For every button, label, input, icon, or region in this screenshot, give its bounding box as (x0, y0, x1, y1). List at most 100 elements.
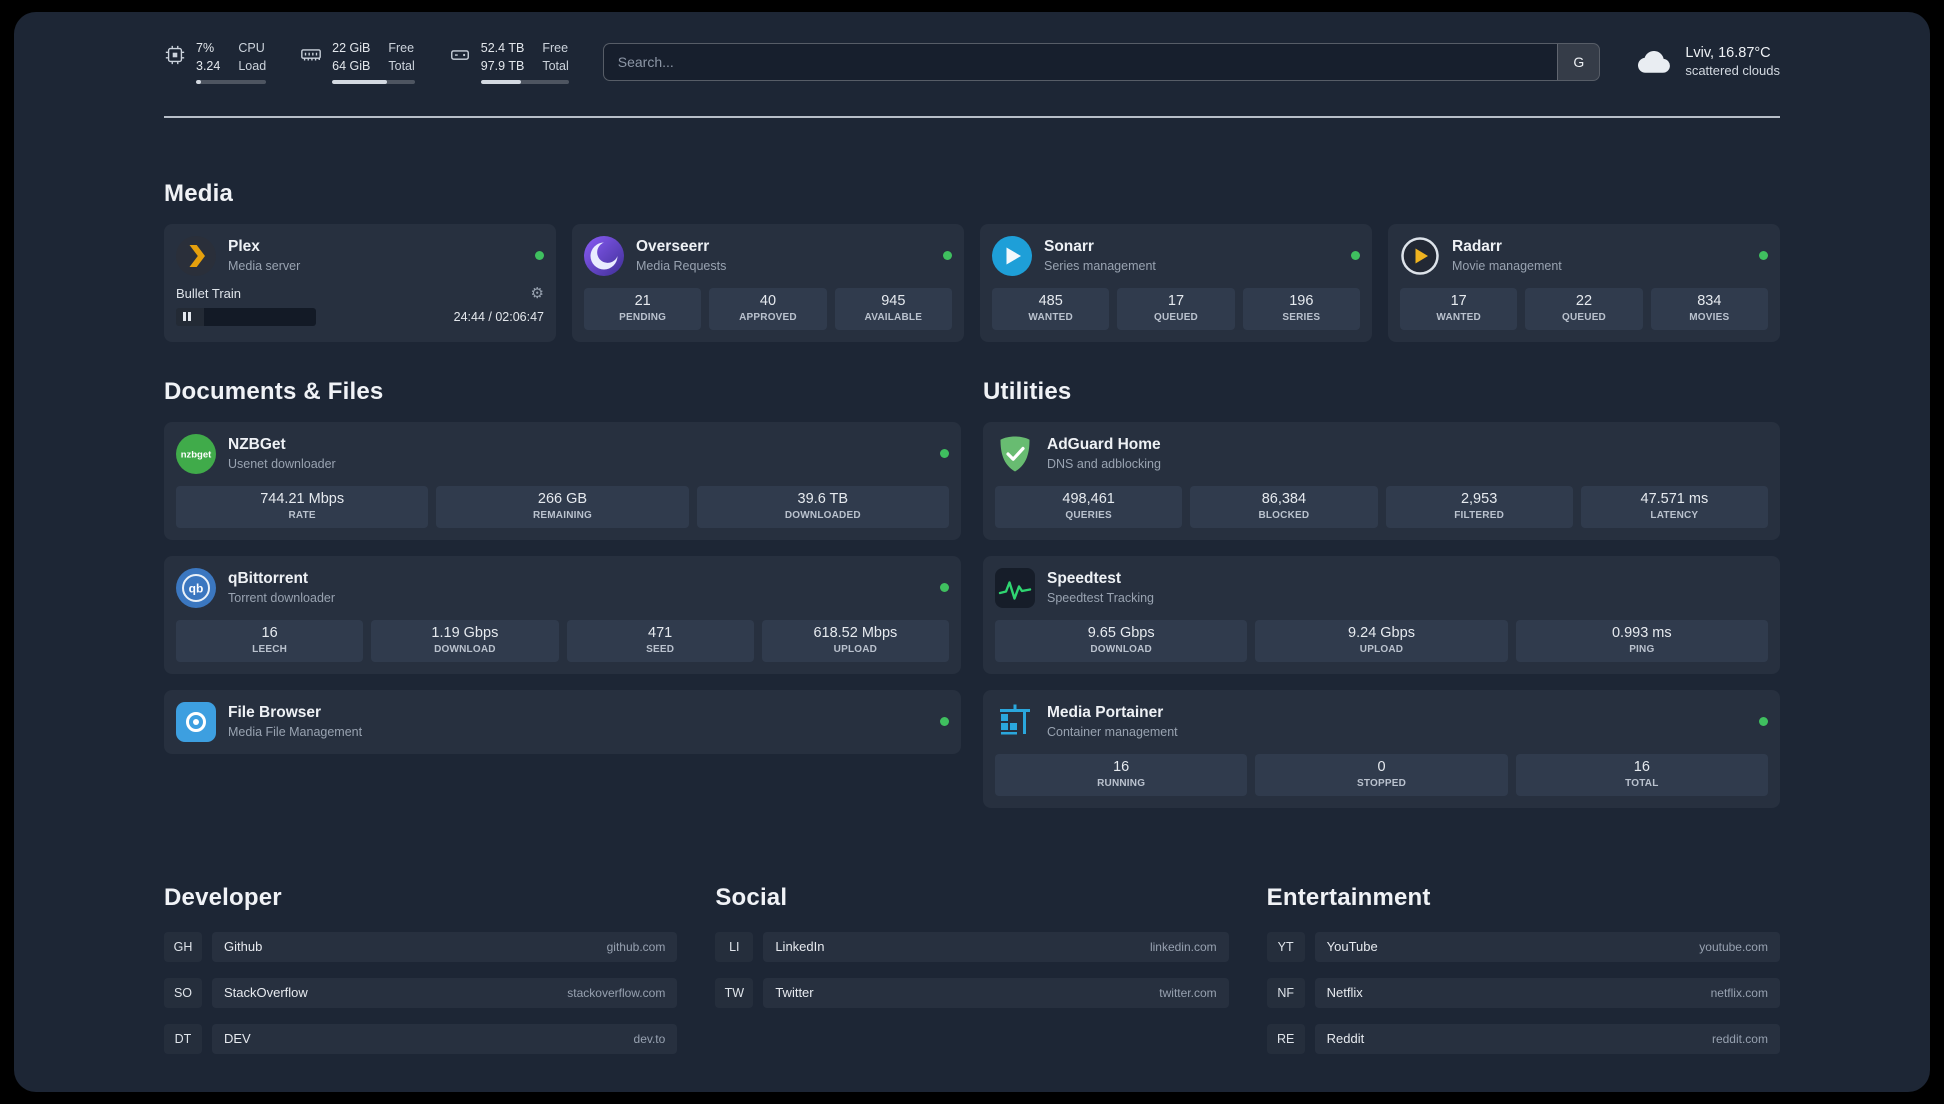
status-dot (535, 251, 544, 260)
cpu-usage-label: CPU (238, 41, 265, 55)
overseerr-card[interactable]: Overseerr Media Requests 21 PENDING 40 A… (572, 223, 964, 342)
bookmark-youtube[interactable]: YT YouTube youtube.com (1266, 931, 1780, 962)
qbittorrent-icon: qb (176, 567, 216, 608)
app-name: qBittorrent (228, 570, 309, 587)
stat-running: 16 RUNNING (995, 753, 1248, 796)
stat-value: 16 (1633, 758, 1650, 775)
memory-total-value: 64 GiB (332, 59, 371, 74)
stat-value: 498,461 (1062, 490, 1115, 507)
portainer-card[interactable]: Media Portainer Container management 16 … (983, 689, 1780, 808)
bookmark-name: DEV (224, 1031, 251, 1046)
bookmark-url: reddit.com (1711, 1031, 1768, 1046)
playback-time: 24:44 / 02:06:47 (453, 309, 544, 324)
bookmark-url: linkedin.com (1149, 939, 1217, 954)
stat-label: FILTERED (1454, 509, 1504, 521)
bookmark-github[interactable]: GH Github github.com (164, 931, 678, 962)
stat-value: 0 (1377, 758, 1386, 775)
cpu-progress-bar (196, 79, 267, 84)
app-desc: Torrent downloader (228, 591, 336, 605)
dashboard-page: 7% 3.24 CPU Load 22 GiB 64 GiB Free Tota… (14, 12, 1930, 1092)
stat-filtered: 2,953 FILTERED (1385, 485, 1573, 528)
app-desc: Usenet downloader (228, 457, 336, 471)
search-provider-button[interactable]: G (1557, 43, 1600, 80)
now-playing-title: Bullet Train (176, 285, 242, 301)
disk-free-label: Free (542, 41, 569, 55)
stat-label: TOTAL (1625, 777, 1659, 789)
search-input[interactable] (603, 43, 1558, 80)
cpu-load-label: Load (238, 59, 267, 74)
stat-label: DOWNLOAD (1090, 643, 1152, 655)
disk-total-label: Total (542, 59, 569, 74)
app-name: Radarr (1452, 238, 1502, 255)
bookmark-url: dev.to (633, 1031, 666, 1046)
cpu-load-value: 3.24 (196, 59, 221, 74)
stat-label: QUEUED (1562, 311, 1606, 323)
overseerr-icon (584, 235, 624, 276)
status-dot (940, 449, 949, 458)
qbittorrent-card[interactable]: qb qBittorrent Torrent downloader 16 LEE… (164, 555, 961, 674)
cpu-icon (164, 40, 186, 66)
bookmark-dev[interactable]: DT DEV dev.to (164, 1023, 678, 1054)
radarr-card[interactable]: Radarr Movie management 17 WANTED 22 QUE… (1388, 223, 1780, 342)
playback-progress-bar[interactable] (176, 307, 316, 326)
status-dot (940, 717, 949, 726)
settings-icon[interactable]: ⚙ (531, 286, 544, 301)
documents-section-title: Documents & Files (164, 377, 384, 405)
stat-label: UPLOAD (1359, 643, 1404, 655)
stat-label: SERIES (1282, 311, 1321, 323)
stat-label: BLOCKED (1258, 509, 1310, 521)
stat-queued: 17 QUEUED (1117, 287, 1235, 330)
stat-label: QUEUED (1154, 311, 1198, 323)
filebrowser-card[interactable]: File Browser Media File Management (164, 689, 961, 754)
stat-ping: 0.993 ms PING (1515, 619, 1768, 662)
adguard-card[interactable]: AdGuard Home DNS and adblocking 498,461 … (983, 421, 1780, 540)
stat-queries: 498,461 QUERIES (995, 485, 1183, 528)
bookmark-reddit[interactable]: RE Reddit reddit.com (1266, 1023, 1780, 1054)
sonarr-card[interactable]: Sonarr Series management 485 WANTED 17 Q… (980, 223, 1372, 342)
weather-condition: scattered clouds (1685, 63, 1780, 79)
stat-value: 834 (1697, 292, 1722, 309)
memory-free-label: Free (388, 41, 415, 55)
status-dot (1759, 251, 1768, 260)
stat-value: 2,953 (1460, 490, 1498, 507)
app-desc: Media File Management (228, 725, 363, 739)
plex-icon (176, 235, 216, 276)
app-name: NZBGet (228, 436, 286, 453)
stat-series: 196 SERIES (1242, 287, 1360, 330)
nzbget-icon: nzbget (176, 433, 216, 474)
bookmark-abbr: GH (164, 931, 202, 962)
utilities-section: Utilities AdGuard Home DNS and adblockin… (983, 378, 1780, 808)
bookmark-twitter[interactable]: TW Twitter twitter.com (715, 977, 1229, 1008)
stat-value: 40 (759, 292, 777, 309)
stat-remaining: 266 GB REMAINING (436, 485, 689, 528)
bookmark-abbr: RE (1266, 1023, 1305, 1054)
svg-text:qb: qb (189, 581, 204, 595)
bookmark-linkedin[interactable]: LI LinkedIn linkedin.com (715, 931, 1229, 962)
nzbget-card[interactable]: nzbget NZBGet Usenet downloader 744.21 M… (164, 421, 961, 540)
stat-value: 39.6 TB (797, 490, 849, 507)
stat-value: 22 (1575, 292, 1593, 309)
memory-total-label: Total (388, 59, 415, 74)
stat-seed: 471 SEED (566, 619, 754, 662)
bookmark-stackoverflow[interactable]: SO StackOverflow stackoverflow.com (164, 977, 678, 1008)
disk-icon (449, 40, 471, 66)
stat-value: 47.571 ms (1640, 490, 1709, 507)
plex-card[interactable]: Plex Media server Bullet Train ⚙ 24:44 /… (164, 223, 556, 342)
bookmark-abbr: NF (1266, 977, 1305, 1008)
disk-free-value: 52.4 TB (480, 41, 525, 55)
stat-label: LATENCY (1650, 509, 1699, 521)
radarr-icon (1400, 236, 1440, 276)
stat-upload: 618.52 Mbps UPLOAD (761, 619, 949, 662)
speedtest-card[interactable]: Speedtest Speedtest Tracking 9.65 Gbps D… (983, 555, 1780, 674)
bookmark-netflix[interactable]: NF Netflix netflix.com (1266, 977, 1780, 1008)
stat-label: QUERIES (1065, 509, 1112, 521)
documents-section: Documents & Files nzbget NZBGet Usenet d… (164, 378, 961, 754)
pause-icon[interactable] (183, 312, 191, 321)
stat-available: 945 AVAILABLE (834, 287, 952, 330)
stat-value: 17 (1450, 292, 1467, 309)
app-name: Sonarr (1044, 238, 1094, 255)
stat-value: 86,384 (1261, 490, 1307, 507)
stat-stopped: 0 STOPPED (1255, 753, 1508, 796)
app-desc: Speedtest Tracking (1047, 591, 1155, 605)
stat-upload: 9.24 Gbps UPLOAD (1255, 619, 1508, 662)
